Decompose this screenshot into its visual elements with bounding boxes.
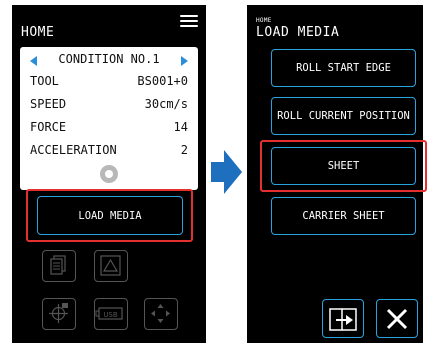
condition-selector: CONDITION NO.1 — [26, 51, 192, 71]
transition-arrow-icon — [211, 150, 242, 194]
registration-mark-icon[interactable] — [42, 298, 76, 330]
menu-icon[interactable] — [180, 15, 198, 28]
sheet-button[interactable]: SHEET — [271, 147, 416, 185]
tool-value: BS001+0 — [137, 74, 188, 88]
next-condition-icon[interactable] — [181, 56, 188, 66]
force-row: FORCE 14 — [30, 120, 188, 140]
manual-book-icon[interactable] — [322, 299, 364, 338]
test-cut-icon[interactable] — [94, 250, 128, 282]
tool-row: TOOL BS001+0 — [30, 74, 188, 94]
usb-label: USB — [103, 311, 118, 319]
usb-icon[interactable]: USB — [94, 298, 128, 330]
condition-panel: CONDITION NO.1 TOOL BS001+0 SPEED 30cm/s… — [20, 47, 198, 190]
screen-title: HOME — [21, 25, 55, 40]
acceleration-label: ACCELERATION — [30, 143, 117, 157]
speed-label: SPEED — [30, 97, 67, 111]
load-media-screen: HOME LOAD MEDIA ROLL START EDGE ROLL CUR… — [247, 5, 427, 343]
roll-start-edge-button[interactable]: ROLL START EDGE — [271, 49, 416, 87]
roll-current-position-button[interactable]: ROLL CURRENT POSITION — [271, 97, 416, 135]
close-icon[interactable] — [376, 299, 418, 338]
tool-label: TOOL — [30, 74, 59, 88]
gear-icon[interactable] — [100, 165, 118, 183]
load-media-button[interactable]: LOAD MEDIA — [37, 196, 183, 235]
force-label: FORCE — [30, 120, 67, 134]
move-arrows-icon[interactable] — [144, 298, 178, 330]
breadcrumb: HOME — [256, 17, 272, 24]
carrier-sheet-button[interactable]: CARRIER SHEET — [271, 197, 416, 235]
speed-value: 30cm/s — [144, 97, 188, 111]
copy-icon[interactable] — [42, 250, 76, 282]
screen-title: LOAD MEDIA — [256, 25, 340, 40]
acceleration-row: ACCELERATION 2 — [30, 143, 188, 163]
force-value: 14 — [173, 120, 188, 134]
acceleration-value: 2 — [180, 143, 188, 157]
speed-row: SPEED 30cm/s — [30, 97, 188, 117]
home-screen: HOME CONDITION NO.1 TOOL BS001+0 SPEED 3… — [12, 5, 206, 343]
condition-number: CONDITION NO.1 — [58, 52, 160, 66]
